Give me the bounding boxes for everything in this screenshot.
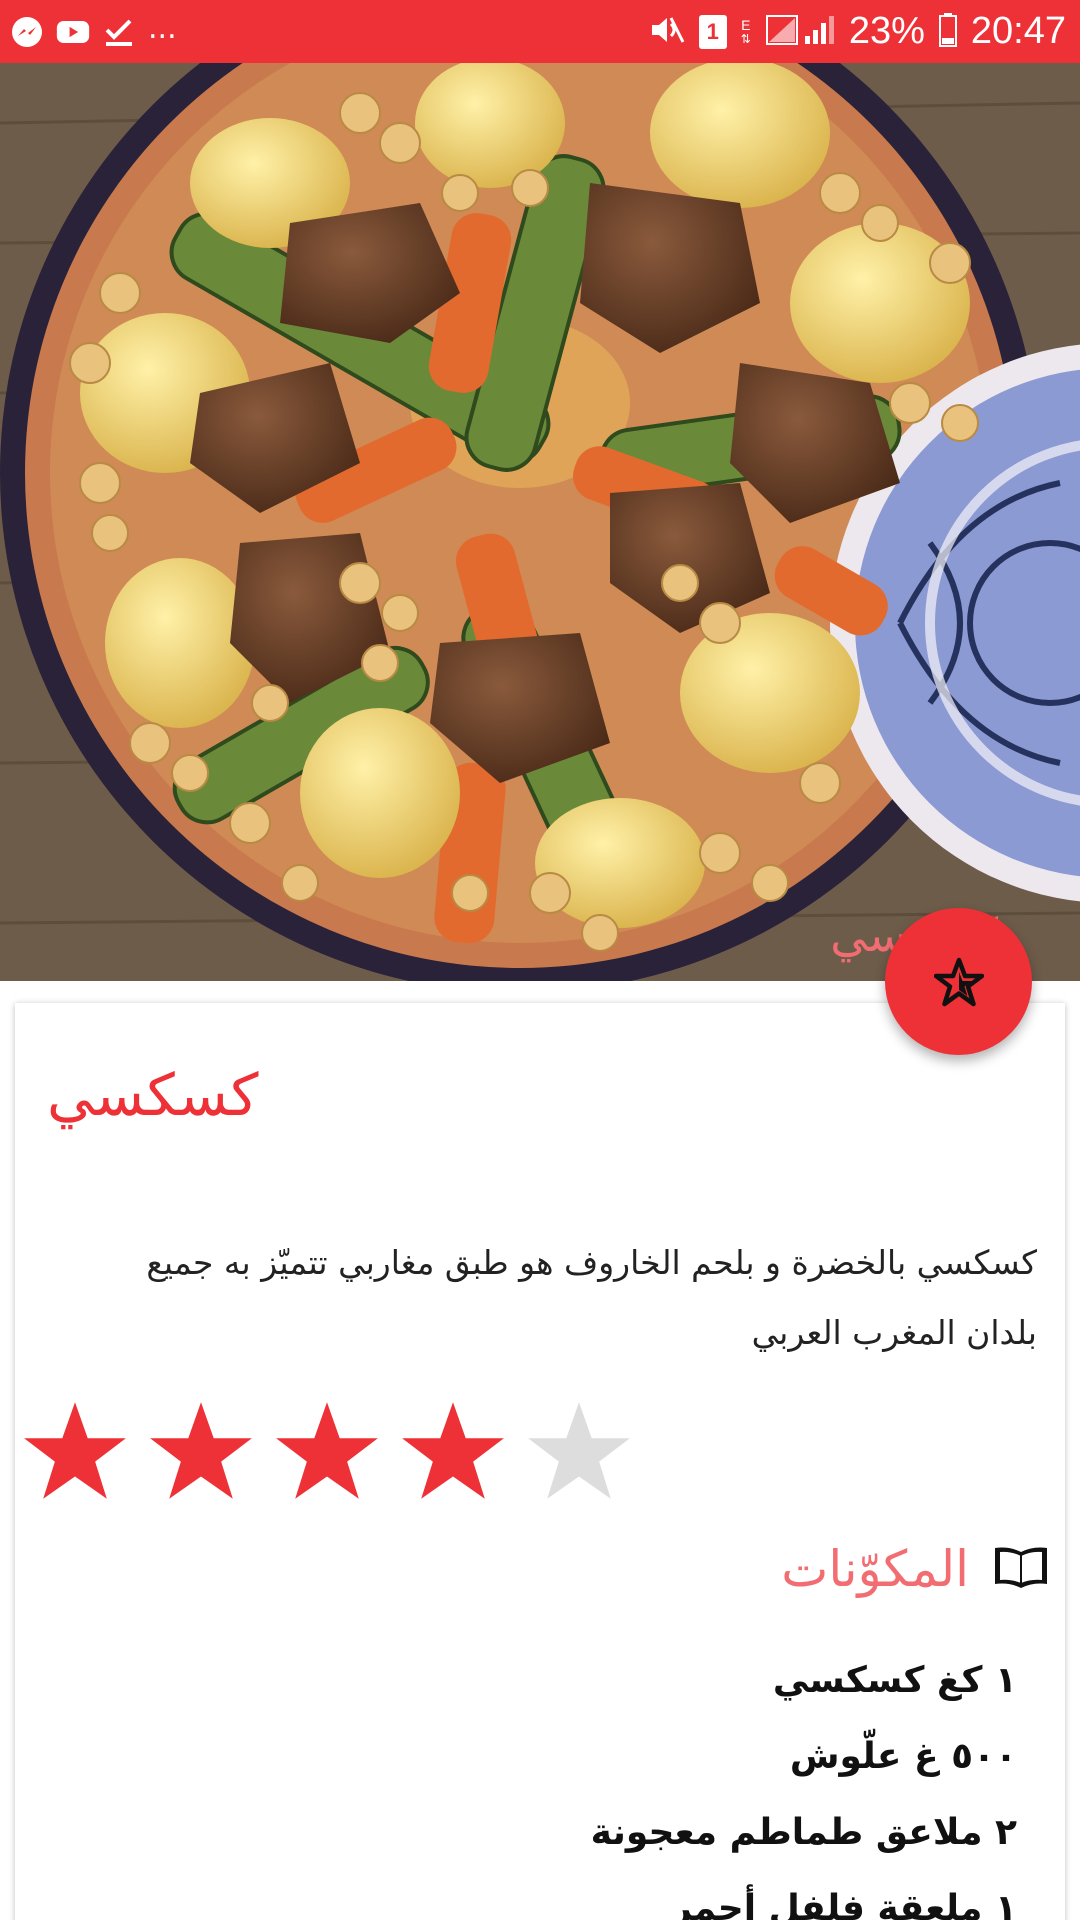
ingredient-item: ١ كغ كسكسي (772, 1660, 1017, 1701)
ingredient-item: ٢ ملاعق طماطم معجونة (590, 1812, 1017, 1853)
clock: 20:47 (970, 10, 1066, 52)
network-type: E ⇅ (740, 16, 751, 46)
rating-star-2[interactable] (148, 1398, 254, 1504)
checkmark-icon (102, 15, 136, 49)
couscous-photo (0, 63, 1080, 981)
ingredients-title: المكوّنات (781, 1540, 969, 1598)
mute-icon (649, 14, 685, 50)
youtube-icon (56, 15, 90, 49)
messenger-icon (10, 15, 44, 49)
recipe-hero-image: كسكسي (0, 63, 1080, 981)
recipe-card: كسكسي كسكسي بالخضرة و بلحم الخاروف هو طب… (15, 1003, 1065, 1920)
rating-star-5[interactable] (526, 1398, 632, 1504)
notification-icons: ... (10, 10, 177, 53)
status-bar: ... 1 E ⇅ 23% 20:47 (0, 0, 1080, 63)
recipe-title: كسكسي (47, 1061, 259, 1129)
system-icons: 1 E ⇅ 23% 20:47 (649, 0, 1066, 63)
more-notifications: ... (148, 10, 177, 46)
recipe-description: كسكسي بالخضرة و بلحم الخاروف هو طبق مغار… (146, 1243, 1037, 1352)
ingredients-list: ١ كغ كسكسي ٥٠٠ غ علّوش ٢ ملاعق طماطم معج… (591, 1643, 1017, 1920)
battery-icon (938, 12, 957, 51)
sim-slot-label: 1 (706, 18, 719, 44)
favorite-button[interactable] (885, 908, 1032, 1055)
rating-star-4[interactable] (400, 1398, 506, 1504)
ingredient-item: ٥٠٠ غ علّوش (789, 1736, 1017, 1777)
ingredients-header: المكوّنات (781, 1540, 1051, 1598)
book-icon (991, 1544, 1051, 1594)
ingredient-item: ١ ملعقة فلفل أحمر (671, 1888, 1017, 1920)
rating-star-3[interactable] (274, 1398, 380, 1504)
star-outline-icon (933, 957, 984, 1006)
battery-percent: 23% (848, 10, 925, 52)
rating-bar[interactable] (22, 1398, 632, 1504)
signal-icon (765, 14, 835, 50)
rating-star-1[interactable] (22, 1398, 128, 1504)
network-type-label: E (741, 16, 751, 33)
sim-icon: 1 (698, 14, 727, 49)
